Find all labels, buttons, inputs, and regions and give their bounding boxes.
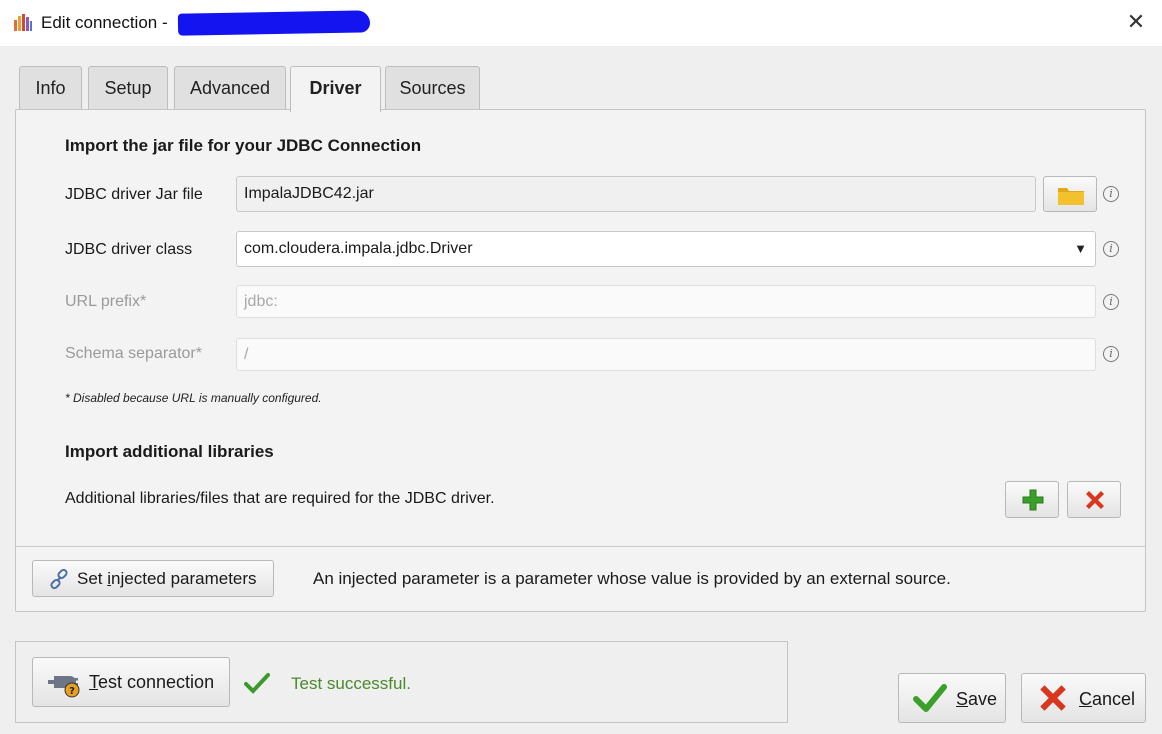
driver-panel: Import the jar file for your JDBC Connec… [15, 109, 1146, 612]
svg-text:?: ? [69, 686, 75, 697]
add-library-button[interactable] [1005, 481, 1059, 518]
save-button[interactable]: Save [898, 673, 1006, 723]
disabled-note: * Disabled because URL is manually confi… [65, 391, 322, 405]
injected-description: An injected parameter is a parameter who… [313, 569, 951, 588]
redaction-mark [177, 10, 371, 36]
title-bar: Edit connection - ✕ [0, 0, 1162, 46]
tab-driver[interactable]: Driver [290, 66, 381, 112]
info-icon[interactable]: i [1103, 186, 1119, 202]
test-connection-button[interactable]: ? Test connection [32, 657, 230, 707]
schema-separator-field: / [236, 338, 1096, 371]
section-title-libraries: Import additional libraries [65, 442, 274, 461]
tab-info[interactable]: Info [19, 66, 82, 110]
save-label: Save [956, 689, 998, 709]
browse-button[interactable] [1043, 176, 1097, 212]
test-status: Test successful. [291, 674, 411, 693]
cancel-x-icon [1040, 685, 1066, 711]
tab-setup[interactable]: Setup [88, 66, 168, 110]
info-icon[interactable]: i [1103, 294, 1119, 310]
set-injected-parameters-button[interactable]: Set injected parameters [32, 560, 274, 597]
url-prefix-field: jdbc: [236, 285, 1096, 318]
delete-x-icon [1086, 491, 1104, 509]
set-injected-parameters-label: Set injected parameters [77, 569, 257, 588]
checkmark-icon [913, 684, 947, 712]
driver-class-label: JDBC driver class [65, 241, 193, 258]
tab-advanced[interactable]: Advanced [174, 66, 286, 110]
section-title-jar: Import the jar file for your JDBC Connec… [65, 136, 422, 155]
test-connection-box: ? Test connection Test successful. [15, 641, 788, 723]
window-title: Edit connection - [41, 13, 168, 32]
tab-sources[interactable]: Sources [385, 66, 480, 110]
driver-class-select[interactable]: com.cloudera.impala.jdbc.Driver ▼ [236, 231, 1096, 267]
info-icon[interactable]: i [1103, 241, 1119, 257]
remove-library-button[interactable] [1067, 481, 1121, 518]
folder-icon [1058, 188, 1084, 205]
jar-file-label: JDBC driver Jar file [65, 186, 203, 203]
schema-separator-label: Schema separator* [65, 345, 202, 362]
app-logo-icon [14, 14, 32, 31]
test-connection-label: Test connection [89, 672, 215, 692]
libraries-description: Additional libraries/files that are requ… [65, 490, 495, 507]
dialog-body: Info Setup Advanced Driver Sources Impor… [0, 46, 1162, 734]
jar-file-field[interactable]: ImpalaJDBC42.jar [236, 176, 1036, 212]
plus-icon [1022, 489, 1044, 511]
plug-test-icon: ? [48, 676, 80, 698]
checkmark-icon [244, 673, 270, 694]
cancel-button[interactable]: Cancel [1021, 673, 1146, 723]
cancel-label: Cancel [1079, 689, 1136, 709]
panel-divider [16, 546, 1145, 547]
close-icon[interactable]: ✕ [1125, 11, 1147, 33]
info-icon[interactable]: i [1103, 346, 1119, 362]
link-icon [50, 569, 68, 589]
chevron-down-icon: ▼ [1074, 241, 1087, 256]
driver-class-value: com.cloudera.impala.jdbc.Driver [244, 240, 473, 257]
url-prefix-label: URL prefix* [65, 293, 147, 310]
